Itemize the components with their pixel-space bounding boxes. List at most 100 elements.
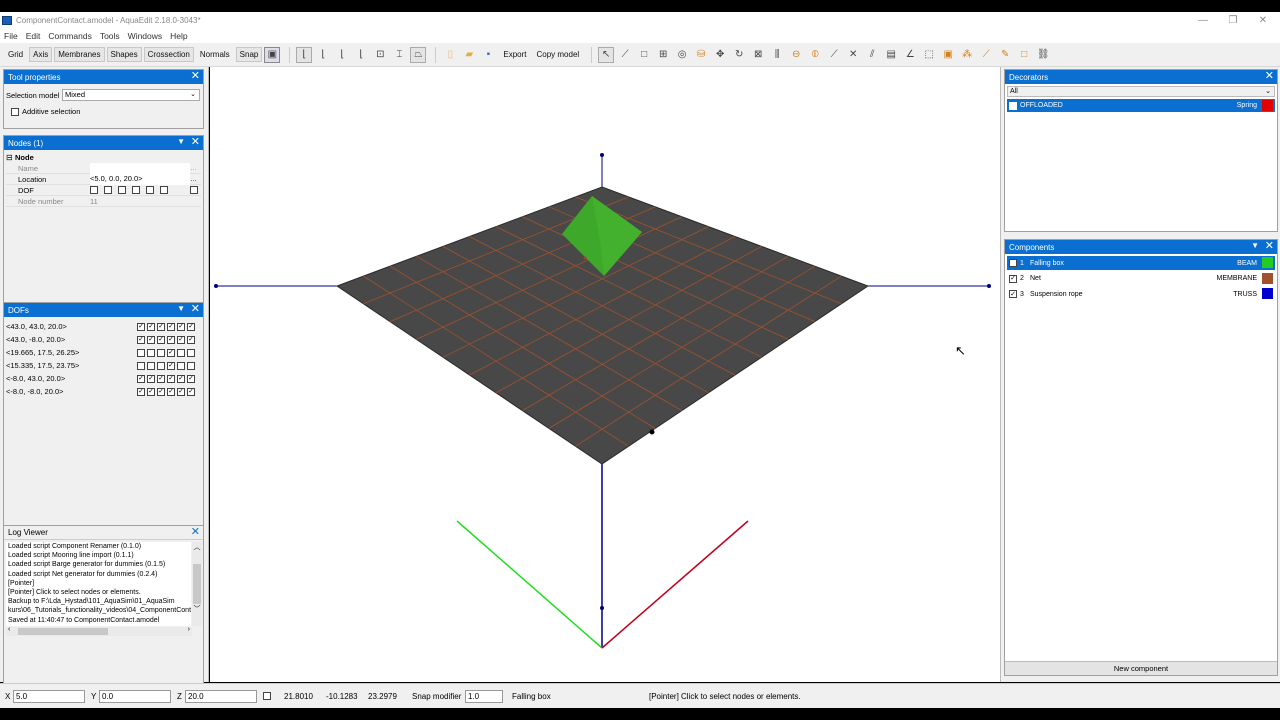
dof-checkbox[interactable]: ✓: [137, 387, 145, 396]
hatch-tool-icon[interactable]: ▤: [883, 47, 899, 63]
dof-row[interactable]: <19.665, 17.5, 26.25> ✓: [6, 346, 201, 359]
dof-checkbox[interactable]: ✓: [187, 335, 195, 344]
location-value[interactable]: <5.0, 0.0, 20.0>: [90, 173, 190, 185]
component-row[interactable]: ✓ 3 Suspension rope TRUSS: [1007, 287, 1275, 301]
dof-checkbox[interactable]: ✓: [177, 387, 185, 396]
menu-commands[interactable]: Commands: [44, 31, 95, 41]
ellipse-tool-icon[interactable]: ⦶: [807, 47, 823, 63]
normals-toggle[interactable]: Normals: [196, 47, 234, 62]
dof-checkbox[interactable]: [160, 186, 168, 194]
dof-checkbox[interactable]: ✓: [187, 322, 195, 331]
scale-tool-icon[interactable]: ⊠: [750, 47, 766, 63]
dof-checkbox[interactable]: [146, 186, 154, 194]
close-icon[interactable]: ✕: [191, 136, 200, 149]
component-color-swatch[interactable]: [1262, 288, 1273, 299]
dof-checkbox[interactable]: ✓: [137, 374, 145, 383]
scroll-thumb[interactable]: [18, 628, 108, 635]
scroll-down-icon[interactable]: ﹀: [192, 604, 202, 614]
x-coordinate-input[interactable]: [13, 689, 85, 703]
dof-checkbox[interactable]: [132, 186, 140, 194]
minimize-button[interactable]: —: [1188, 12, 1218, 28]
dof-checkbox[interactable]: ✓: [157, 374, 165, 383]
lock-coordinates-checkbox[interactable]: [263, 692, 271, 700]
crossection-toggle[interactable]: Crossection: [143, 47, 194, 62]
pointer-icon[interactable]: ↖: [598, 46, 615, 63]
export-button[interactable]: Export: [499, 47, 530, 62]
dof-checkbox[interactable]: ✓: [147, 322, 155, 331]
dof-checkbox[interactable]: ✓: [167, 322, 175, 331]
dof-checkbox[interactable]: ✓: [167, 348, 175, 357]
component-color-swatch[interactable]: [1262, 272, 1273, 284]
close-icon[interactable]: ✕: [191, 303, 200, 316]
new-file-icon[interactable]: ▯: [442, 47, 458, 63]
dof-row[interactable]: <-8.0, -8.0, 20.0> ✓ ✓ ✓ ✓ ✓ ✓: [6, 385, 201, 398]
name-value[interactable]: [90, 162, 190, 174]
grid-toggle[interactable]: Grid: [4, 47, 27, 62]
edit-tool-icon[interactable]: ✎: [997, 47, 1013, 63]
3d-viewport[interactable]: ↖: [210, 67, 1000, 682]
dof-checkbox[interactable]: ✓: [157, 335, 165, 344]
dof-checkbox[interactable]: ✓: [167, 361, 175, 370]
dof-checkbox[interactable]: ✓: [177, 335, 185, 344]
bounding-box-icon[interactable]: ⬚: [921, 47, 937, 63]
dof-checkbox[interactable]: [187, 361, 195, 370]
view-xy-icon[interactable]: ⌊: [296, 46, 313, 63]
dof-checkbox[interactable]: ✓: [147, 335, 155, 344]
dof-checkbox[interactable]: [177, 361, 185, 370]
dof-row[interactable]: <15.335, 17.5, 23.75> ✓: [6, 359, 201, 372]
save-icon[interactable]: ▪: [480, 47, 496, 63]
mirror-tool-icon[interactable]: ⫼: [769, 47, 785, 63]
move-tool-icon[interactable]: ✥: [712, 47, 728, 63]
dof-checkbox[interactable]: ✓: [137, 322, 145, 331]
dropdown-icon[interactable]: ▼: [1251, 241, 1259, 250]
barrel-tool-icon[interactable]: ⊖: [788, 47, 804, 63]
dof-row[interactable]: <43.0, 43.0, 20.0> ✓ ✓ ✓ ✓ ✓ ✓: [6, 320, 201, 333]
decorator-color-swatch[interactable]: [1262, 100, 1273, 111]
dof-checkbox[interactable]: [147, 348, 155, 357]
dof-checkbox[interactable]: [118, 186, 126, 194]
decorator-checkbox[interactable]: ✓: [1009, 101, 1017, 110]
dof-checkbox[interactable]: [90, 186, 98, 194]
dof-checkbox[interactable]: [157, 348, 165, 357]
collapse-icon[interactable]: ⊟: [6, 153, 15, 162]
node-add-icon[interactable]: ⁂: [959, 47, 975, 63]
dof-checkbox[interactable]: ✓: [167, 335, 175, 344]
menu-edit[interactable]: Edit: [22, 31, 45, 41]
dropdown-icon[interactable]: ▼: [177, 304, 185, 313]
component-color-swatch[interactable]: [1262, 257, 1273, 268]
dof-checkbox[interactable]: [104, 186, 112, 194]
line-tool-icon[interactable]: ⟋: [617, 47, 633, 63]
dof-checkbox[interactable]: ✓: [187, 374, 195, 383]
parallel-tool-icon[interactable]: ⫽: [864, 47, 880, 63]
dof-row[interactable]: <43.0, -8.0, 20.0> ✓ ✓ ✓ ✓ ✓ ✓: [6, 333, 201, 346]
dof-checkbox[interactable]: ✓: [177, 322, 185, 331]
maximize-button[interactable]: ❐: [1218, 12, 1248, 28]
membranes-toggle[interactable]: Membranes: [54, 47, 105, 62]
y-coordinate-input[interactable]: [99, 689, 171, 703]
dof-checkbox[interactable]: [147, 361, 155, 370]
dof-checkbox[interactable]: [187, 348, 195, 357]
close-icon[interactable]: ✕: [191, 526, 200, 539]
dropdown-icon[interactable]: ▼: [177, 137, 185, 146]
component-checkbox[interactable]: ✓: [1009, 290, 1017, 298]
dof-checkbox[interactable]: [137, 348, 145, 357]
ellipsis-button[interactable]: …: [190, 165, 197, 172]
dof-checkbox[interactable]: [157, 361, 165, 370]
chain-tool-icon[interactable]: ⛓: [1035, 47, 1051, 63]
rectangle-tool-icon[interactable]: □: [636, 47, 652, 63]
scroll-right-icon[interactable]: ›: [188, 626, 190, 633]
decorator-filter-select[interactable]: All ⌄: [1007, 86, 1275, 97]
scroll-up-icon[interactable]: ︿: [192, 542, 202, 552]
cross-tool-icon[interactable]: ✕: [845, 47, 861, 63]
zoom-extents-icon[interactable]: ⌶: [391, 47, 407, 63]
dof-checkbox[interactable]: ✓: [167, 387, 175, 396]
menu-windows[interactable]: Windows: [124, 31, 166, 41]
scroll-left-icon[interactable]: ‹: [8, 626, 10, 633]
open-folder-icon[interactable]: ▰: [461, 47, 477, 63]
z-coordinate-input[interactable]: [185, 689, 257, 703]
dof-checkbox[interactable]: [137, 361, 145, 370]
snap-toggle[interactable]: Snap: [235, 47, 263, 62]
new-component-button[interactable]: New component: [1005, 661, 1277, 675]
cylinder-tool-icon[interactable]: ⛁: [693, 47, 709, 63]
scroll-thumb[interactable]: [193, 564, 201, 604]
